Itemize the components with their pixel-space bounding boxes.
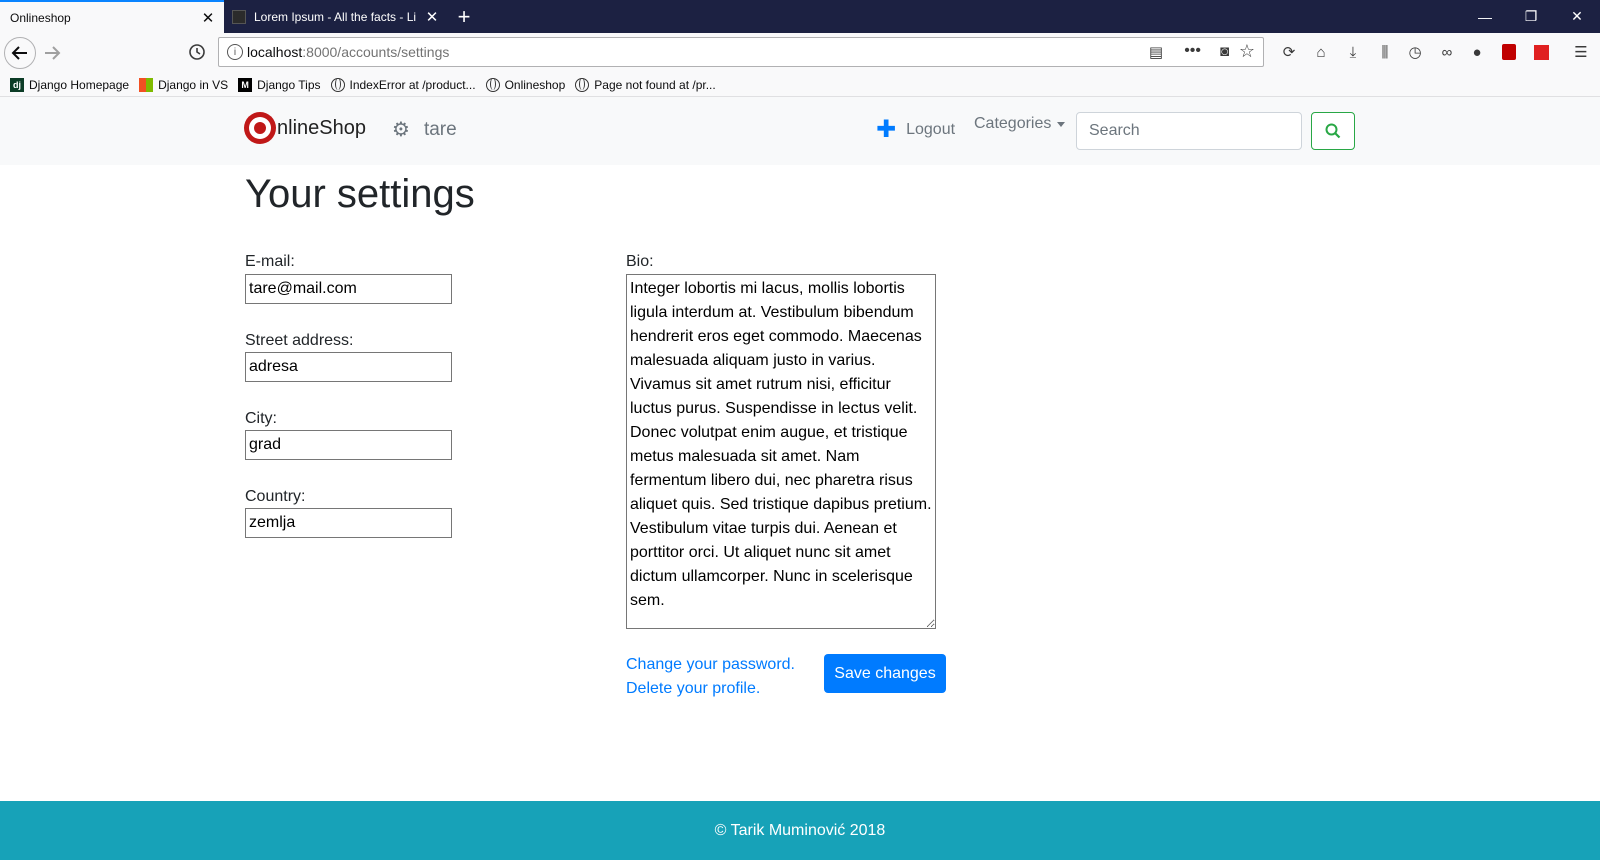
username: tare [423,118,457,140]
url-bar[interactable]: i localhost:8000/accounts/settings ▤ •••… [218,37,1264,67]
windows-icon [139,77,154,92]
mask-icon[interactable]: ∞ [1432,37,1462,67]
user-settings-link[interactable]: ⚙ tare [392,117,457,142]
caret-down-icon [1057,121,1066,127]
bookmark-label: Page not found at /pr... [594,77,716,92]
bookmark-label: Django Homepage [29,77,130,92]
bookmark-label: IndexError at /product... [349,77,476,92]
email-field[interactable] [245,274,452,304]
street-label: Street address: [245,332,354,349]
delete-profile-link[interactable]: Delete your profile. [626,680,760,698]
forward-arrow-icon [45,46,61,60]
download-icon[interactable]: ⤓ [1338,37,1368,67]
clock-icon[interactable]: ◷ [1400,37,1430,67]
bookmark-indexerror[interactable]: IndexError at /product... [330,77,476,92]
globe-icon [330,77,345,92]
browser-toolbar: i localhost:8000/accounts/settings ▤ •••… [0,33,1600,73]
bookmark-page-not-found[interactable]: Page not found at /pr... [575,77,716,92]
gear-icon: ⚙ [392,119,410,141]
country-label: Country: [245,488,306,505]
country-field[interactable] [245,508,452,538]
back-arrow-icon [11,46,27,60]
email-label: E-mail: [245,253,295,270]
close-window-icon[interactable]: ✕ [1554,0,1600,33]
search-input[interactable] [1076,112,1302,150]
bookmark-star-icon[interactable]: ☆ [1239,41,1255,62]
reload-icon[interactable]: ⟳ [1274,37,1304,67]
brand-link[interactable]: nlineShop [244,112,366,144]
plus-icon: ✚ [876,116,897,143]
categories-label: Categories [974,115,1052,132]
history-icon[interactable] [182,37,212,67]
url-path: :8000/accounts/settings [302,44,450,60]
globe-icon [485,77,500,92]
tab-lorem-ipsum[interactable]: Lorem Ipsum - All the facts - Li ✕ [224,0,448,33]
change-password-link[interactable]: Change your password. [626,656,795,674]
city-field[interactable] [245,430,452,460]
medium-icon: M [238,77,253,92]
ublock-icon[interactable] [1494,37,1524,67]
tab-title: Onlineshop [10,10,71,25]
categories-dropdown[interactable]: Categories [974,115,1066,133]
footer-text: © Tarik Muminović 2018 [714,821,886,839]
save-changes-button[interactable]: Save changes [824,654,946,693]
search-icon [1325,123,1341,139]
logout-label: Logout [906,120,956,138]
bookmark-label: Django Tips [257,77,321,92]
django-icon: dj [10,77,24,92]
globe-icon [575,77,590,92]
page-title: Your settings [245,172,475,216]
pocket-icon[interactable]: ◙ [1220,43,1229,60]
bookmark-django-in-vs[interactable]: Django in VS [139,77,229,92]
bookmark-label: Onlineshop [504,77,566,92]
more-actions-icon[interactable]: ••• [1184,42,1201,60]
close-tab-icon[interactable]: ✕ [424,9,440,26]
bookmark-django-homepage[interactable]: dj Django Homepage [10,77,130,92]
tab-onlineshop[interactable]: Onlineshop ✕ [0,0,224,33]
new-tab-button[interactable]: + [448,0,480,33]
pdf-extension-icon[interactable] [1526,37,1556,67]
logout-link[interactable]: ✚ Logout [876,115,955,144]
home-icon[interactable]: ⌂ [1306,37,1336,67]
restore-icon[interactable]: ❐ [1508,0,1554,33]
bookmarks-bar: dj Django Homepage Django in VS M Django… [0,73,1600,97]
bookmark-label: Django in VS [158,77,229,92]
brand-logo-icon [244,112,276,144]
library-icon[interactable]: ⫼ [1370,37,1400,67]
info-icon[interactable]: i [227,44,243,60]
street-field[interactable] [245,352,452,382]
search-button[interactable] [1311,112,1355,150]
city-label: City: [245,410,277,427]
forward-button[interactable] [36,37,68,69]
bio-label: Bio: [626,253,654,270]
minimize-icon[interactable]: — [1462,0,1508,33]
close-tab-icon[interactable]: ✕ [200,10,216,27]
url-host: localhost [247,44,303,60]
menu-icon[interactable]: ☰ [1566,37,1596,67]
bookmark-django-tips[interactable]: M Django Tips [238,77,321,92]
site-navbar: nlineShop ⚙ tare ✚ Logout Categories [0,97,1600,165]
extension-icon[interactable]: ● [1462,37,1492,67]
page-favicon-icon [232,9,246,24]
tab-title: Lorem Ipsum - All the facts - Li [254,9,417,24]
reader-view-icon[interactable]: ▤ [1149,43,1163,61]
footer: © Tarik Muminović 2018 [0,801,1600,860]
tab-strip: Onlineshop ✕ Lorem Ipsum - All the facts… [0,0,1600,33]
brand-name: nlineShop [277,116,366,139]
back-button[interactable] [4,37,36,69]
bio-textarea[interactable]: Integer lobortis mi lacus, mollis lobort… [626,274,936,629]
bookmark-onlineshop[interactable]: Onlineshop [485,77,566,92]
